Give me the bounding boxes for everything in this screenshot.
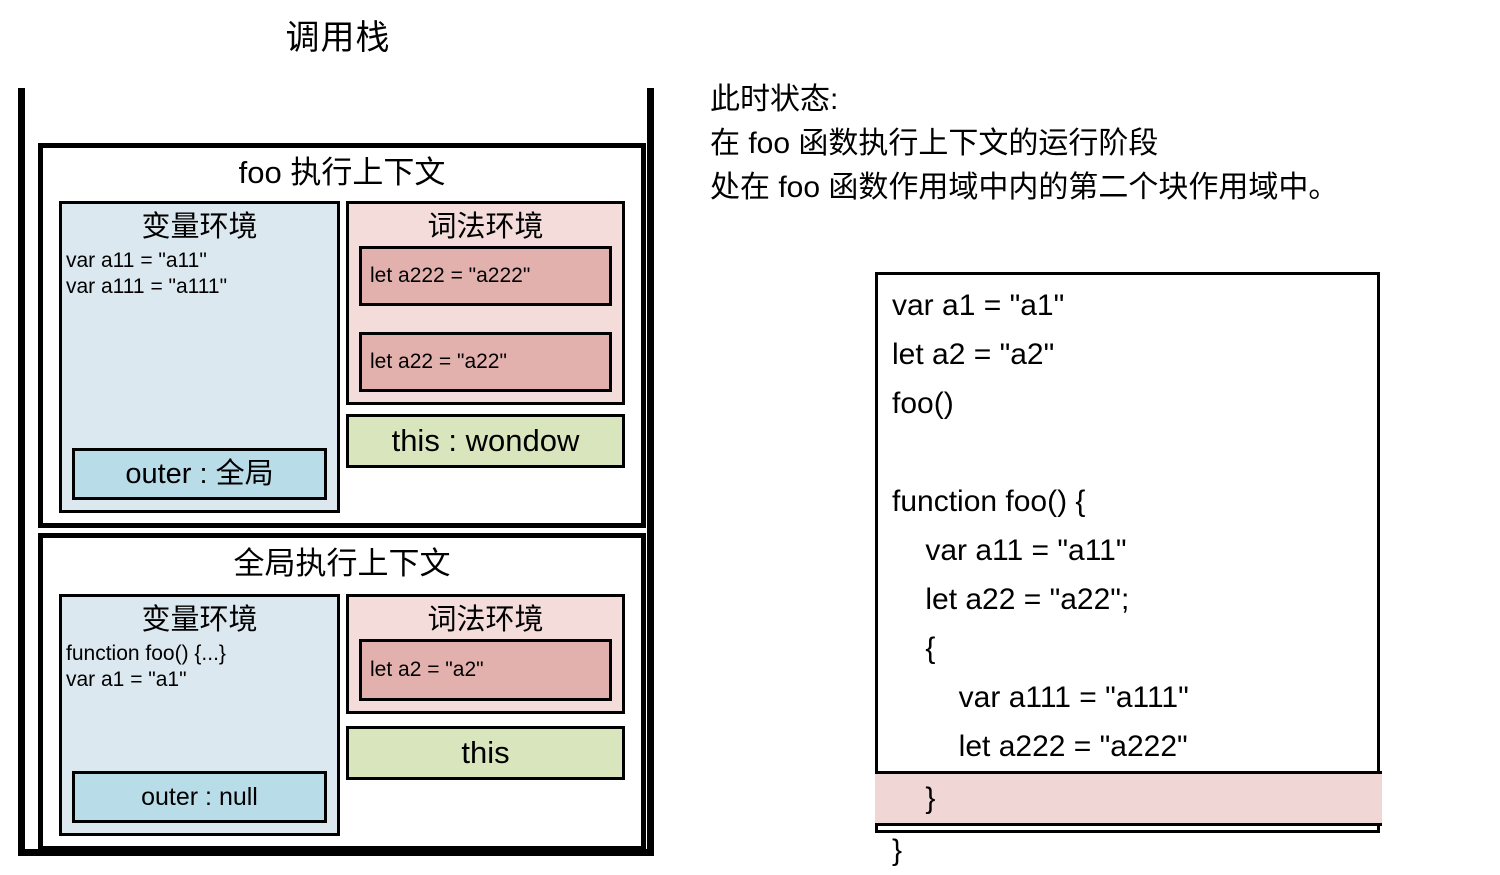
variable-environment-heading-foo: 变量环境 bbox=[141, 211, 258, 243]
variable-environment-foo: 变量环境 var a11 = "a11" var a111 = "a111" o… bbox=[59, 201, 340, 513]
declaration-item: var a1 = "a1" bbox=[66, 668, 187, 691]
code-line: function foo() { bbox=[892, 485, 1086, 518]
lexical-environment-heading-foo: 词法环境 bbox=[427, 211, 544, 243]
state-annotation-line: 此时状态: bbox=[710, 83, 839, 116]
variable-environment-heading-global: 变量环境 bbox=[141, 604, 258, 636]
code-line: foo() bbox=[892, 387, 954, 420]
code-line: let a222 = "a222" bbox=[892, 730, 1188, 763]
this-binding-global: this bbox=[346, 726, 625, 780]
execution-context-frame-foo: foo 执行上下文 变量环境 var a11 = "a11" var a111 … bbox=[38, 143, 646, 528]
code-line-highlighted: } bbox=[875, 771, 1382, 826]
code-line: let a22 = "a22"; bbox=[892, 583, 1130, 616]
variable-environment-global: 变量环境 function foo() {...} var a1 = "a1" … bbox=[59, 594, 340, 836]
code-listing: var a1 = "a1" let a2 = "a2" foo() function… bbox=[875, 272, 1382, 867]
environment-row-foo: 变量环境 var a11 = "a11" var a111 = "a111" o… bbox=[43, 201, 641, 513]
environment-row-global: 变量环境 function foo() {...} var a1 = "a1" … bbox=[43, 594, 641, 836]
code-line: var a1 = "a1" bbox=[892, 289, 1065, 322]
lexical-environment-foo: 词法环境 let a222 = "a222" let a22 = "a22" bbox=[346, 201, 625, 405]
outer-reference-global: outer : null bbox=[72, 771, 327, 823]
outer-reference-foo: outer : 全局 bbox=[72, 448, 327, 500]
variable-environment-declarations-global: function foo() {...} var a1 = "a1" bbox=[62, 639, 337, 693]
code-line: var a11 = "a11" bbox=[892, 534, 1127, 567]
execution-context-frame-global: 全局执行上下文 变量环境 function foo() {...} var a1… bbox=[38, 533, 646, 851]
lexical-environment-column-global: 词法环境 let a2 = "a2" this bbox=[346, 594, 625, 836]
declaration-item: var a11 = "a11" bbox=[66, 249, 207, 272]
lexical-environment-column-foo: 词法环境 let a222 = "a222" let a22 = "a22" t… bbox=[346, 201, 625, 513]
execution-context-title-global: 全局执行上下文 bbox=[233, 546, 451, 581]
declaration-item: var a111 = "a111" bbox=[66, 275, 228, 298]
lexical-binding-item: let a2 = "a2" bbox=[359, 639, 612, 701]
declaration-item: function foo() {...} bbox=[66, 642, 226, 665]
variable-environment-declarations-foo: var a11 = "a11" var a111 = "a111" bbox=[62, 246, 337, 300]
execution-context-title-foo: foo 执行上下文 bbox=[238, 155, 446, 190]
state-annotation: 此时状态: 在 foo 函数执行上下文的运行阶段 处在 foo 函数作用域中内的… bbox=[710, 78, 1338, 210]
this-binding-foo: this : wondow bbox=[346, 414, 625, 468]
lexical-binding-item: let a222 = "a222" bbox=[359, 246, 612, 306]
code-line: var a111 = "a111" bbox=[892, 681, 1189, 714]
lexical-environment-global: 词法环境 let a2 = "a2" bbox=[346, 594, 625, 714]
state-annotation-line: 处在 foo 函数作用域中内的第二个块作用域中。 bbox=[710, 171, 1339, 204]
code-line: { bbox=[892, 632, 936, 665]
lexical-binding-item: let a22 = "a22" bbox=[359, 332, 612, 392]
state-annotation-line: 在 foo 函数执行上下文的运行阶段 bbox=[710, 127, 1159, 160]
lexical-environment-heading-global: 词法环境 bbox=[427, 604, 544, 636]
code-line: } bbox=[892, 834, 903, 867]
page-title: 调用栈 bbox=[285, 19, 391, 57]
code-line: let a2 = "a2" bbox=[892, 338, 1055, 371]
